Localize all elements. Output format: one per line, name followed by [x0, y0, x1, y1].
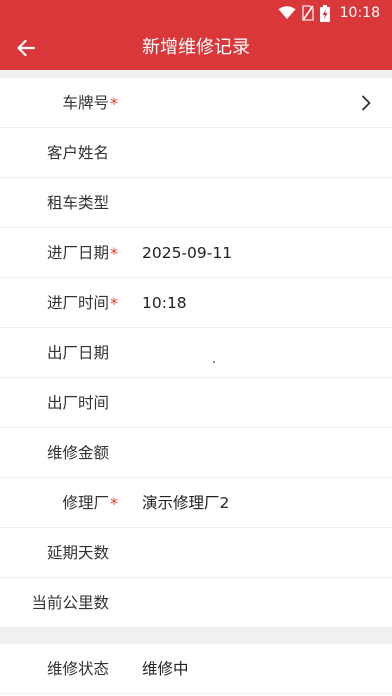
arrow-left-icon: [17, 39, 36, 57]
customer-name-field[interactable]: [142, 128, 352, 178]
form-row-exit-time[interactable]: 出厂时间: [0, 378, 392, 428]
decorative-dot: [213, 361, 215, 363]
status-bar: 10:18: [0, 0, 392, 26]
app-bar: 新增维修记录: [0, 26, 392, 70]
required-marker: *: [110, 244, 118, 263]
form-row-plate-number[interactable]: 车牌号 *: [0, 78, 392, 128]
customer-name-label: 客户姓名: [46, 144, 109, 162]
repair-shop-label: 修理厂: [62, 494, 109, 512]
extension-days-label: 延期天数: [46, 544, 109, 562]
rental-type-field[interactable]: [142, 178, 352, 228]
repair-form: 车牌号 * 客户姓名 租车类型 进厂日期 * 2025-09-11 进厂时间 *…: [0, 78, 392, 694]
page-title: 新增维修记录: [142, 37, 250, 58]
repair-amount-label: 维修金额: [46, 444, 109, 462]
repair-status-value[interactable]: 维修中: [142, 644, 352, 694]
form-row-customer-name[interactable]: 客户姓名: [0, 128, 392, 178]
plate-number-value: [142, 78, 352, 128]
entry-date-label: 进厂日期: [46, 244, 109, 262]
required-marker: *: [110, 94, 118, 113]
current-mileage-field[interactable]: [142, 578, 352, 628]
rental-type-label: 租车类型: [46, 194, 109, 212]
battery-charging-icon: [319, 4, 330, 22]
form-row-current-mileage[interactable]: 当前公里数: [0, 578, 392, 628]
form-row-extension-days[interactable]: 延期天数: [0, 528, 392, 578]
form-row-entry-date[interactable]: 进厂日期 * 2025-09-11: [0, 228, 392, 278]
repair-status-label: 维修状态: [46, 660, 109, 678]
back-button[interactable]: [6, 30, 46, 66]
form-row-entry-time[interactable]: 进厂时间 * 10:18: [0, 278, 392, 328]
section-divider-top: [0, 70, 392, 78]
current-mileage-label: 当前公里数: [31, 594, 109, 612]
form-row-rental-type[interactable]: 租车类型: [0, 178, 392, 228]
required-marker: *: [110, 294, 118, 313]
entry-date-field[interactable]: 2025-09-11: [142, 228, 352, 278]
entry-time-label: 进厂时间: [46, 294, 109, 312]
exit-time-field[interactable]: [142, 378, 352, 428]
section-divider: [0, 628, 392, 644]
required-marker: *: [110, 494, 118, 513]
repair-amount-field[interactable]: [142, 428, 352, 478]
exit-date-label: 出厂日期: [46, 344, 109, 362]
exit-time-label: 出厂时间: [46, 394, 109, 412]
plate-number-label: 车牌号: [62, 94, 109, 112]
form-row-repair-status[interactable]: 维修状态 维修中: [0, 644, 392, 694]
extension-days-field[interactable]: [142, 528, 352, 578]
status-time: 10:18: [339, 5, 380, 21]
no-sim-icon: [301, 5, 314, 21]
exit-date-field[interactable]: [142, 328, 352, 378]
form-row-exit-date[interactable]: 出厂日期: [0, 328, 392, 378]
repair-shop-field[interactable]: 演示修理厂2: [142, 478, 352, 528]
form-row-repair-amount[interactable]: 维修金额: [0, 428, 392, 478]
wifi-icon: [278, 6, 296, 19]
form-row-repair-shop[interactable]: 修理厂 * 演示修理厂2: [0, 478, 392, 528]
entry-time-field[interactable]: 10:18: [142, 278, 352, 328]
status-icons: 10:18: [278, 4, 380, 22]
chevron-right-icon: [362, 95, 371, 111]
